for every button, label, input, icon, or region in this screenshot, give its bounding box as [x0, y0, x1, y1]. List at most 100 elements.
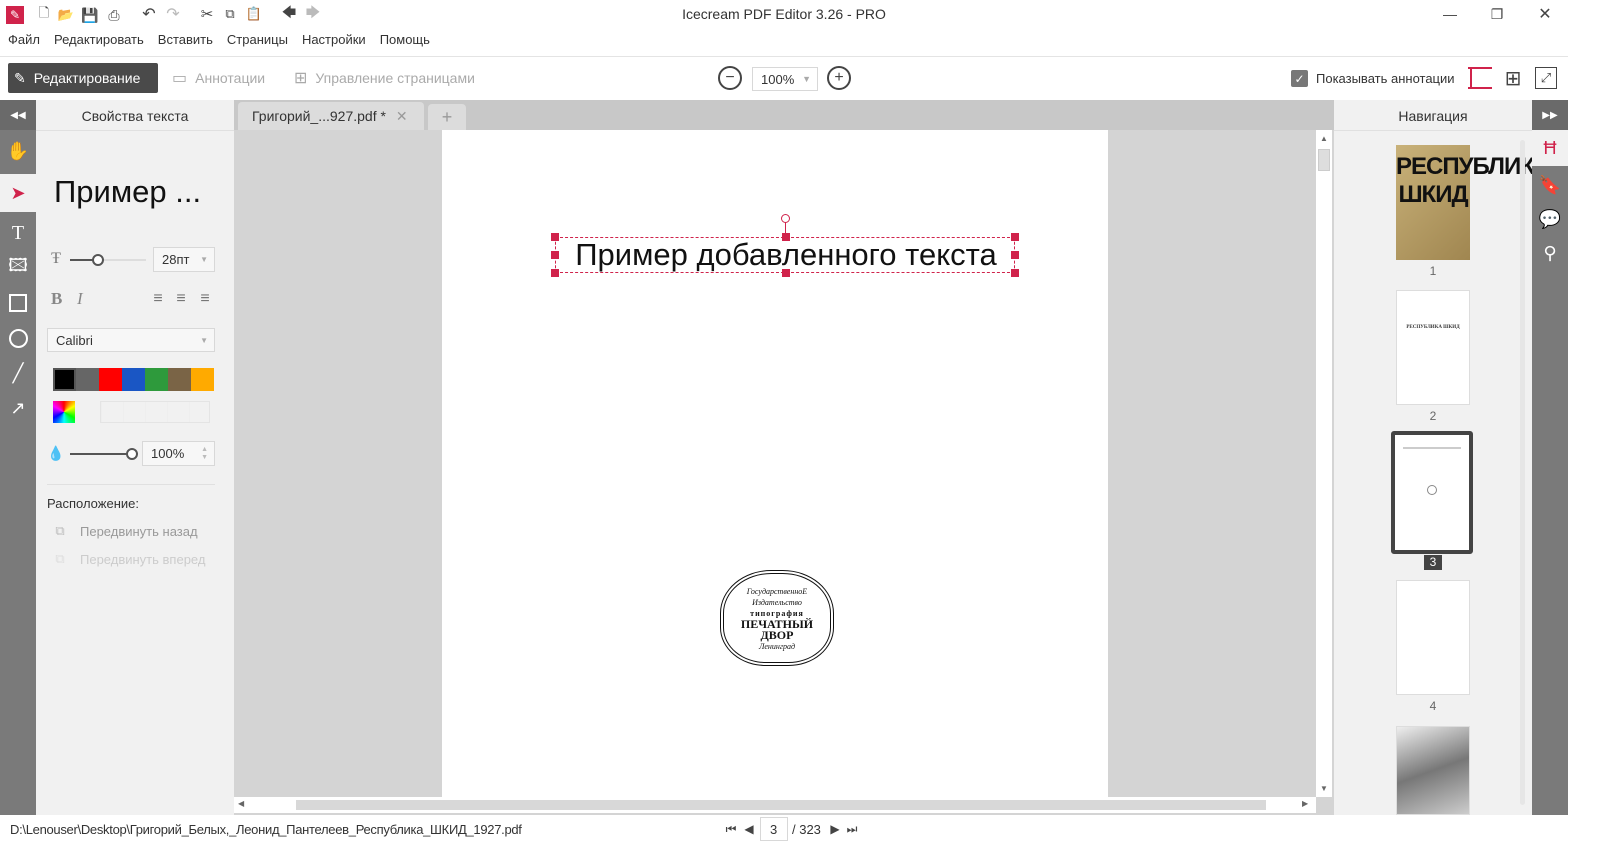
- close-button[interactable]: ✕: [1535, 4, 1555, 24]
- send-back-button[interactable]: Передвинуть назад: [80, 524, 198, 539]
- resize-handle[interactable]: [551, 269, 559, 277]
- pdf-page[interactable]: Пример добавленного текста Государственн…: [442, 130, 1108, 797]
- scroll-thumb[interactable]: [1318, 149, 1330, 171]
- resize-handle[interactable]: [551, 233, 559, 241]
- fullscreen-icon[interactable]: ⤢: [1535, 67, 1557, 89]
- color-swatch-green[interactable]: [145, 368, 168, 391]
- page-thumbnail-2[interactable]: РЕСПУБЛИКА ШКИД: [1396, 290, 1470, 405]
- page-thumbnail-3[interactable]: [1391, 431, 1473, 554]
- resize-handle[interactable]: [782, 233, 790, 241]
- last-page-button[interactable]: ⏭: [845, 820, 859, 838]
- page-thumbnail-5[interactable]: [1396, 726, 1470, 815]
- select-tool-icon[interactable]: ➤: [0, 174, 36, 212]
- opacity-input[interactable]: 100% ▲ ▼: [142, 441, 215, 466]
- image-tool-icon[interactable]: 🖾: [0, 253, 36, 283]
- resize-handle[interactable]: [1011, 233, 1019, 241]
- tab-label: Григорий_...927.pdf *: [252, 108, 386, 124]
- mode-edit-button[interactable]: ✎ Редактирование: [8, 63, 158, 93]
- comments-icon[interactable]: 💬: [1532, 204, 1568, 234]
- align-left-icon[interactable]: ≡: [149, 290, 167, 308]
- show-annotations-checkbox[interactable]: ✓: [1291, 70, 1308, 87]
- font-family-select[interactable]: Calibri ▼: [47, 328, 215, 352]
- multi-page-view-icon[interactable]: ⊞: [1501, 67, 1525, 90]
- scroll-up-icon[interactable]: ▲: [1316, 134, 1332, 143]
- bold-button[interactable]: B: [51, 289, 62, 309]
- zoom-select[interactable]: 100% ▼: [752, 67, 818, 91]
- color-swatch-gray[interactable]: [76, 368, 99, 391]
- menu-file[interactable]: Файл: [8, 32, 40, 47]
- font-size-icon: Ŧ: [51, 250, 61, 267]
- scroll-down-icon[interactable]: ▼: [1316, 784, 1332, 793]
- color-palette: [53, 368, 214, 391]
- font-size-select[interactable]: 28пт ▼: [153, 247, 215, 272]
- ellipse-tool-icon[interactable]: [0, 323, 36, 353]
- mode-annotations-button[interactable]: ▭ Аннотации: [166, 63, 271, 93]
- bring-forward-button[interactable]: Передвинуть вперед: [80, 552, 205, 567]
- thumb-cover-title: РЕСПУБЛИКА ШКИД: [1396, 153, 1551, 208]
- text-tool-icon[interactable]: T: [0, 218, 36, 248]
- zoom-out-button[interactable]: −: [718, 66, 742, 90]
- color-swatch-blue[interactable]: [122, 368, 145, 391]
- search-icon[interactable]: ⚲: [1532, 238, 1568, 268]
- align-right-icon[interactable]: ≡: [196, 290, 214, 308]
- menu-edit[interactable]: Редактировать: [54, 32, 144, 47]
- resize-handle[interactable]: [1011, 269, 1019, 277]
- font-size-slider[interactable]: [70, 254, 146, 266]
- file-path: D:\Lenouser\Desktop\Григорий_Белых,_Леон…: [10, 822, 522, 837]
- minimize-button[interactable]: —: [1440, 4, 1460, 24]
- document-tab[interactable]: Григорий_...927.pdf * ✕: [238, 102, 424, 130]
- rotate-handle[interactable]: [781, 214, 790, 223]
- add-tab-button[interactable]: +: [428, 104, 466, 130]
- text-annotation-box[interactable]: Пример добавленного текста: [551, 214, 1019, 277]
- arrow-tool-icon[interactable]: ↗: [0, 393, 36, 423]
- color-swatch-black[interactable]: [53, 368, 76, 391]
- resize-handle[interactable]: [782, 269, 790, 277]
- slider-thumb[interactable]: [126, 448, 138, 460]
- page-thumbnail-1[interactable]: РЕСПУБЛИКА ШКИД: [1396, 145, 1551, 260]
- title-bar: ✎ 🗋 📂 💾 ⎙ ↶ ↷ ✂ ⧉ 📋 🡄 🡆 Icecream PDF Edi…: [0, 0, 1600, 30]
- color-swatch-brown[interactable]: [168, 368, 191, 391]
- rectangle-tool-icon[interactable]: [0, 288, 36, 318]
- page-number-value: 3: [770, 821, 778, 837]
- align-center-icon[interactable]: ≡: [172, 290, 190, 308]
- horizontal-scrollbar[interactable]: ◀ ▶: [234, 797, 1316, 813]
- added-text[interactable]: Пример добавленного текста: [556, 237, 1016, 273]
- menu-help[interactable]: Помощь: [380, 32, 430, 47]
- tool-strip: ◀◀ ✋ ➤ T 🖾 ╱ ↗: [0, 100, 36, 815]
- page-number-input[interactable]: 3: [760, 817, 788, 841]
- color-swatch-red[interactable]: [99, 368, 122, 391]
- prev-page-button[interactable]: ◀: [742, 820, 756, 838]
- restore-button[interactable]: ❐: [1487, 4, 1507, 24]
- zoom-in-button[interactable]: +: [827, 66, 851, 90]
- page-thumbnail-4[interactable]: [1396, 580, 1470, 695]
- next-page-button[interactable]: ▶: [828, 820, 842, 838]
- menu-insert[interactable]: Вставить: [158, 32, 213, 47]
- close-tab-icon[interactable]: ✕: [396, 108, 408, 125]
- vertical-scrollbar[interactable]: ▲ ▼: [1316, 130, 1332, 797]
- scroll-thumb[interactable]: [296, 800, 1266, 810]
- collapse-nav-button[interactable]: ▶▶: [1532, 100, 1568, 130]
- slider-thumb[interactable]: [92, 254, 104, 266]
- status-bar: D:\Lenouser\Desktop\Григорий_Белых,_Леон…: [0, 815, 1600, 860]
- custom-color-picker[interactable]: [53, 401, 75, 423]
- spinner-icon[interactable]: ▲ ▼: [201, 446, 208, 462]
- resize-handle[interactable]: [551, 251, 559, 259]
- single-page-view-icon[interactable]: [1468, 67, 1492, 89]
- panel-title: Навигация: [1398, 108, 1468, 124]
- opacity-slider[interactable]: [70, 448, 138, 460]
- color-swatch-orange[interactable]: [191, 368, 214, 391]
- hand-tool-icon[interactable]: ✋: [0, 136, 36, 166]
- italic-button[interactable]: I: [77, 289, 83, 309]
- scroll-right-icon[interactable]: ▶: [1302, 799, 1308, 808]
- line-tool-icon[interactable]: ╱: [0, 358, 36, 388]
- menu-pages[interactable]: Страницы: [227, 32, 288, 47]
- menu-settings[interactable]: Настройки: [302, 32, 366, 47]
- bookmark-icon[interactable]: 🔖: [1532, 170, 1568, 200]
- mode-pages-button[interactable]: ⊞ Управление страницами: [288, 63, 481, 93]
- pages-nav-icon[interactable]: Ħ: [1532, 130, 1568, 166]
- first-page-button[interactable]: ⏮: [724, 820, 738, 838]
- scroll-left-icon[interactable]: ◀: [238, 799, 244, 808]
- collapse-panel-button[interactable]: ◀◀: [0, 100, 36, 130]
- thumbnail-scrollbar[interactable]: [1520, 140, 1525, 805]
- resize-handle[interactable]: [1011, 251, 1019, 259]
